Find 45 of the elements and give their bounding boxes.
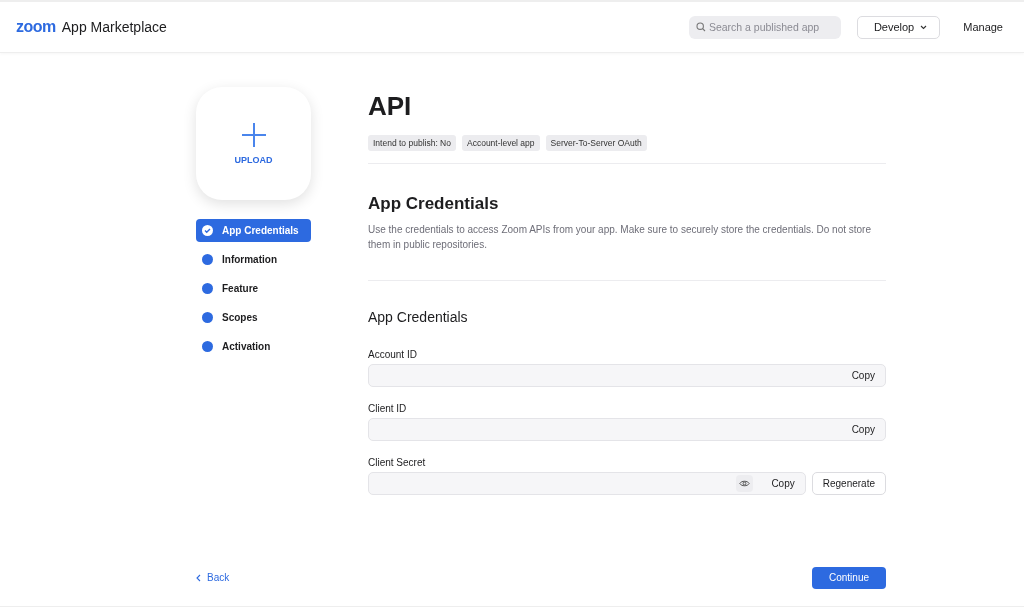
section-description: Use the credentials to access Zoom APIs from your app. Make sure to securely store the credentials. Do not store them in public repositories.: [368, 223, 872, 252]
tag: Account-level app: [462, 135, 540, 151]
chevron-left-icon: [196, 573, 201, 582]
input-field[interactable]: Copy: [368, 364, 886, 387]
sidebar-label: App Credentials: [222, 225, 299, 236]
check-circle-icon: [202, 225, 213, 236]
sidebar-label: Scopes: [222, 312, 258, 323]
step-dot-icon: [202, 312, 213, 323]
field-label: Client ID: [368, 403, 408, 414]
manage-link[interactable]: Manage: [963, 21, 1003, 33]
sidebar-label: Feature: [222, 283, 259, 294]
plus-icon: [241, 122, 266, 147]
logo: zoom: [16, 18, 56, 36]
app-title: API: [368, 90, 413, 123]
step-dot-icon: [202, 283, 213, 294]
subsection-title: App Credentials: [368, 309, 469, 325]
sidebar-label: Information: [222, 254, 277, 265]
sidebar-item[interactable]: Information: [196, 248, 311, 271]
chevron-down-icon: [920, 24, 928, 30]
sidebar-item[interactable]: Scopes: [196, 306, 311, 329]
copy-button[interactable]: Copy: [843, 420, 883, 439]
tag: Intend to publish: No: [368, 135, 456, 151]
sidebar-item[interactable]: App Credentials: [196, 219, 311, 242]
back-link[interactable]: Back: [196, 572, 812, 583]
input-field[interactable]: Copy: [368, 472, 806, 495]
search-field[interactable]: Search a published app: [688, 15, 841, 39]
continue-button[interactable]: Continue: [812, 566, 886, 589]
copy-button[interactable]: Copy: [843, 366, 883, 385]
input-field[interactable]: Copy: [368, 418, 886, 441]
field-label: Client Secret: [368, 457, 427, 468]
copy-button[interactable]: Copy: [763, 474, 803, 493]
develop-dropdown[interactable]: Develop: [856, 15, 941, 39]
tag: Server-To-Server OAuth: [545, 135, 647, 151]
site-title: App Marketplace: [61, 19, 167, 35]
section-title: App Credentials: [368, 194, 500, 214]
sidebar-label: Activation: [222, 341, 271, 352]
regenerate-button[interactable]: Regenerate: [811, 472, 886, 495]
eye-icon[interactable]: [736, 475, 754, 492]
sidebar-item[interactable]: Feature: [196, 277, 311, 300]
field-label: Account ID: [368, 349, 418, 360]
step-dot-icon: [202, 254, 213, 265]
upload-button[interactable]: UPLOAD: [196, 87, 311, 200]
step-dot-icon: [202, 341, 213, 352]
sidebar-item[interactable]: Activation: [196, 335, 311, 358]
search-icon: [695, 21, 706, 32]
